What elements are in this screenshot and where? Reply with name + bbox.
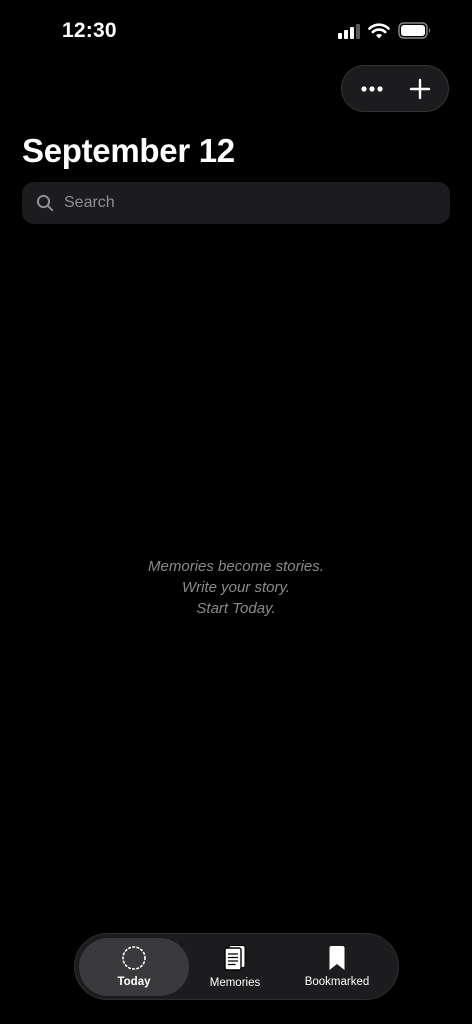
- more-button[interactable]: [356, 73, 388, 105]
- tab-today[interactable]: Today: [79, 937, 189, 996]
- tab-bar: Today Memories Bookmarked: [74, 933, 399, 1000]
- journal-icon: [224, 945, 246, 971]
- empty-state-line-1: Memories become stories.: [148, 558, 324, 575]
- cellular-signal-icon: [338, 23, 360, 39]
- wifi-icon: [368, 22, 390, 38]
- status-icons: [338, 22, 432, 39]
- search-bar[interactable]: [22, 182, 450, 224]
- tab-label: Bookmarked: [304, 976, 370, 988]
- search-icon: [36, 194, 54, 212]
- tab-label: Memories: [209, 977, 261, 989]
- dotted-circle-icon: [122, 946, 146, 970]
- empty-state: Memories become stories. Write your stor…: [0, 556, 472, 619]
- status-time: 12:30: [62, 19, 117, 42]
- status-bar: 12:30: [0, 0, 472, 60]
- add-button[interactable]: [404, 73, 436, 105]
- tab-memories[interactable]: Memories: [189, 938, 281, 996]
- plus-icon: [409, 78, 431, 99]
- tab-bookmarked[interactable]: Bookmarked: [281, 938, 393, 996]
- header-actions: [341, 65, 449, 112]
- more-icon: [361, 85, 383, 92]
- empty-state-line-2: Write your story.: [181, 579, 291, 596]
- empty-state-line-3: Start Today.: [196, 600, 276, 617]
- battery-icon: [398, 22, 431, 39]
- search-input[interactable]: [62, 193, 426, 213]
- page-title: September 12: [22, 132, 235, 169]
- tab-label: Today: [117, 976, 151, 988]
- bookmark-icon: [329, 946, 345, 970]
